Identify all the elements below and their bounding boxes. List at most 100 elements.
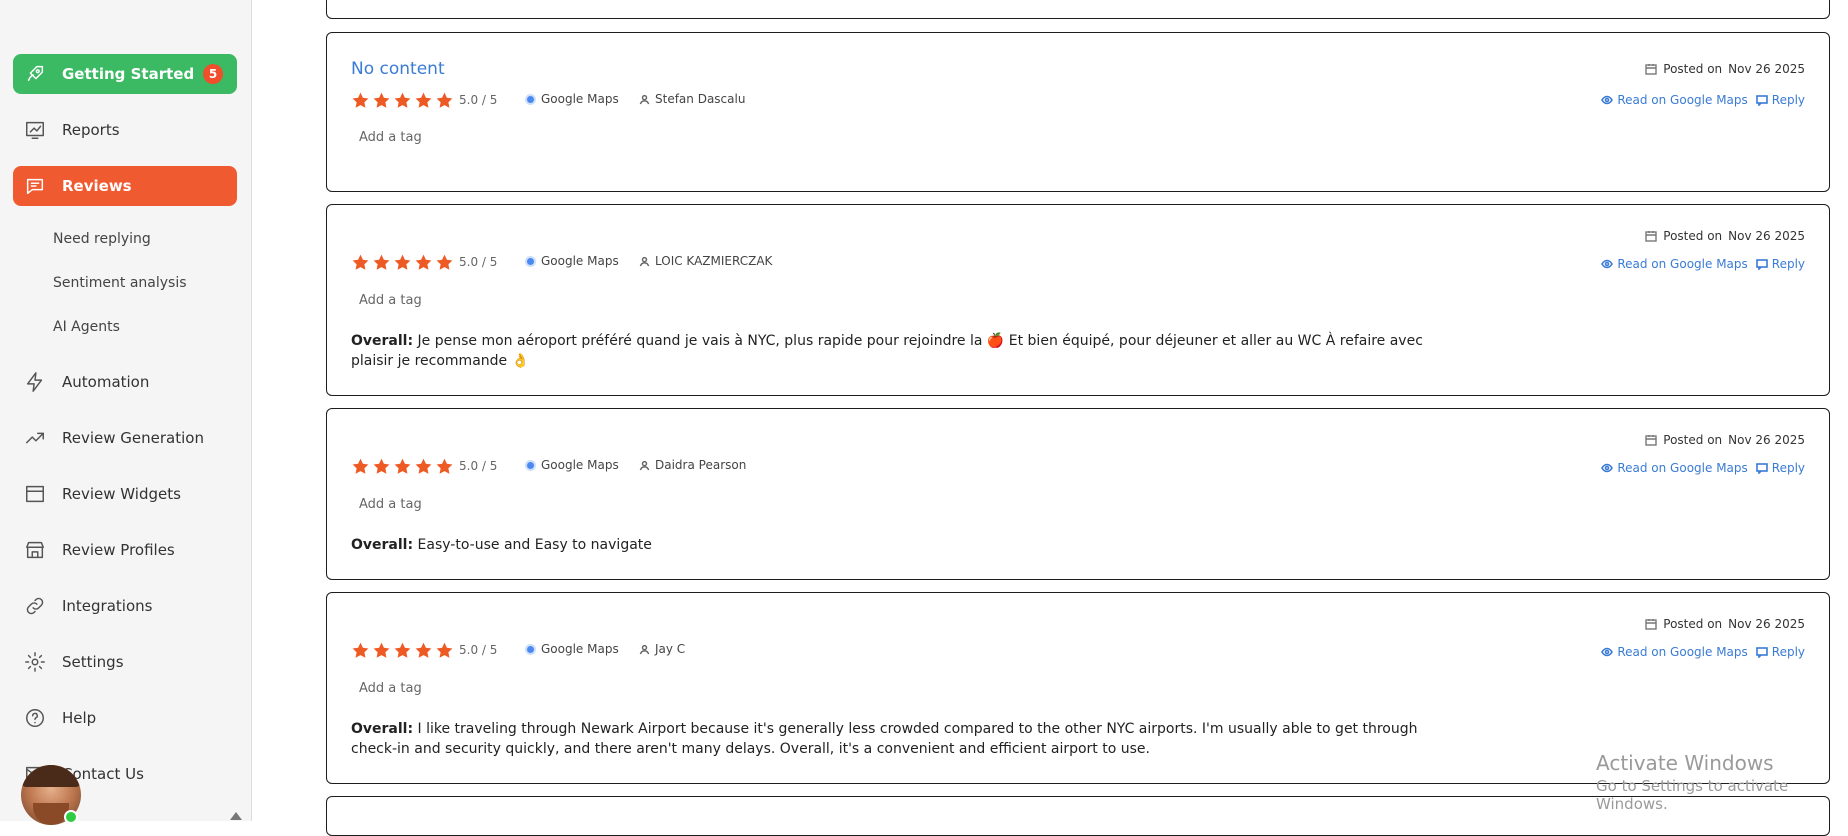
review-actions: Read on Google Maps Reply bbox=[1601, 461, 1805, 475]
add-tag-button[interactable]: Add a tag bbox=[359, 497, 422, 512]
star-icon bbox=[436, 92, 453, 108]
sidebar: Getting Started 5 Reports Reviews Need r… bbox=[0, 0, 252, 825]
review-source: Google Maps bbox=[525, 92, 619, 106]
google-maps-icon bbox=[525, 459, 536, 471]
star-icon bbox=[373, 642, 390, 658]
review-author: Daidra Pearson bbox=[639, 458, 746, 472]
sidebar-item-review-generation[interactable]: Review Generation bbox=[13, 418, 237, 458]
google-maps-icon bbox=[525, 643, 536, 655]
calendar-icon bbox=[1645, 64, 1657, 75]
calendar-icon bbox=[1645, 619, 1657, 630]
sidebar-subitem-need-replying[interactable]: Need replying bbox=[53, 231, 151, 247]
gear-icon bbox=[22, 649, 48, 675]
reply-icon bbox=[1755, 647, 1768, 658]
review-actions: Read on Google Maps Reply bbox=[1601, 645, 1805, 659]
review-author: Jay C bbox=[639, 642, 685, 656]
activate-windows-watermark: Activate Windows Go to Settings to activ… bbox=[1596, 751, 1789, 813]
read-on-google-maps-link[interactable]: Read on Google Maps bbox=[1601, 257, 1748, 271]
review-overall: Overall: Easy-to-use and Easy to navigat… bbox=[351, 537, 652, 553]
sidebar-subitem-ai-agents[interactable]: AI Agents bbox=[53, 319, 120, 335]
add-tag-button[interactable]: Add a tag bbox=[359, 681, 422, 696]
sidebar-item-label: Reviews bbox=[62, 177, 132, 195]
add-tag-button[interactable]: Add a tag bbox=[359, 130, 422, 145]
calendar-icon bbox=[1645, 231, 1657, 242]
chart-icon bbox=[22, 117, 48, 143]
sidebar-item-review-profiles[interactable]: Review Profiles bbox=[13, 530, 237, 570]
star-icon bbox=[352, 254, 369, 270]
posted-date: Posted on Nov 26 2025 bbox=[1645, 62, 1805, 76]
sidebar-item-label: Integrations bbox=[62, 597, 153, 615]
trending-icon bbox=[22, 425, 48, 451]
sidebar-item-label: Settings bbox=[62, 653, 124, 671]
reply-icon bbox=[1755, 95, 1768, 106]
message-icon bbox=[22, 173, 48, 199]
sidebar-item-reports[interactable]: Reports bbox=[13, 110, 237, 150]
user-icon bbox=[639, 460, 650, 470]
star-icon bbox=[436, 642, 453, 658]
rating-value: 5.0 / 5 bbox=[459, 459, 498, 473]
sidebar-item-label: Review Profiles bbox=[62, 541, 175, 559]
review-title-link[interactable]: No content bbox=[351, 59, 445, 79]
sidebar-item-label: Getting Started bbox=[62, 65, 195, 83]
help-icon bbox=[22, 705, 48, 731]
star-icon bbox=[415, 642, 432, 658]
read-on-google-maps-link[interactable]: Read on Google Maps bbox=[1601, 461, 1748, 475]
star-icon bbox=[352, 642, 369, 658]
star-icon bbox=[352, 458, 369, 474]
star-icon bbox=[415, 458, 432, 474]
star-icon bbox=[415, 254, 432, 270]
rating-value: 5.0 / 5 bbox=[459, 643, 498, 657]
sidebar-item-automation[interactable]: Automation bbox=[13, 362, 237, 402]
count-badge: 5 bbox=[203, 64, 223, 84]
review-author: LOIC KAZMIERCZAK bbox=[639, 254, 772, 268]
star-icon bbox=[394, 642, 411, 658]
eye-icon bbox=[1601, 259, 1614, 269]
review-card: 5.0 / 5 Google Maps LOIC KAZMIERCZAK Add… bbox=[326, 204, 1830, 396]
sidebar-item-help[interactable]: Help bbox=[13, 698, 237, 738]
review-author: Stefan Dascalu bbox=[639, 92, 745, 106]
sidebar-item-label: Review Generation bbox=[62, 429, 204, 447]
window-icon bbox=[22, 481, 48, 507]
sidebar-item-review-widgets[interactable]: Review Widgets bbox=[13, 474, 237, 514]
reply-button[interactable]: Reply bbox=[1755, 645, 1805, 659]
star-icon bbox=[352, 92, 369, 108]
review-actions: Read on Google Maps Reply bbox=[1601, 93, 1805, 107]
posted-date: Posted on Nov 26 2025 bbox=[1645, 229, 1805, 243]
review-overall: Overall: Je pense mon aéroport préféré q… bbox=[351, 333, 1423, 369]
review-card-partial bbox=[326, 0, 1830, 19]
star-icon bbox=[394, 92, 411, 108]
star-rating bbox=[351, 457, 454, 476]
rocket-icon bbox=[22, 61, 48, 87]
reply-button[interactable]: Reply bbox=[1755, 461, 1805, 475]
scroll-up-icon[interactable] bbox=[230, 812, 242, 820]
store-icon bbox=[22, 537, 48, 563]
read-on-google-maps-link[interactable]: Read on Google Maps bbox=[1601, 93, 1748, 107]
sidebar-item-label: Reports bbox=[62, 121, 120, 139]
reply-button[interactable]: Reply bbox=[1755, 257, 1805, 271]
review-overall: Overall: I like traveling through Newark… bbox=[351, 721, 1418, 757]
calendar-icon bbox=[1645, 435, 1657, 446]
review-actions: Read on Google Maps Reply bbox=[1601, 257, 1805, 271]
sidebar-subitem-sentiment-analysis[interactable]: Sentiment analysis bbox=[53, 275, 187, 291]
google-maps-icon bbox=[525, 93, 536, 105]
sidebar-item-getting-started[interactable]: Getting Started 5 bbox=[13, 54, 237, 94]
star-icon bbox=[373, 254, 390, 270]
sidebar-item-settings[interactable]: Settings bbox=[13, 642, 237, 682]
sidebar-item-reviews[interactable]: Reviews bbox=[13, 166, 237, 206]
star-icon bbox=[415, 92, 432, 108]
bolt-icon bbox=[22, 369, 48, 395]
rating-value: 5.0 / 5 bbox=[459, 93, 498, 107]
eye-icon bbox=[1601, 95, 1614, 105]
eye-icon bbox=[1601, 463, 1614, 473]
star-icon bbox=[394, 254, 411, 270]
read-on-google-maps-link[interactable]: Read on Google Maps bbox=[1601, 645, 1748, 659]
eye-icon bbox=[1601, 647, 1614, 657]
sidebar-item-label: Automation bbox=[62, 373, 150, 391]
sidebar-item-integrations[interactable]: Integrations bbox=[13, 586, 237, 626]
reply-icon bbox=[1755, 463, 1768, 474]
review-source: Google Maps bbox=[525, 458, 619, 472]
star-icon bbox=[373, 92, 390, 108]
reply-button[interactable]: Reply bbox=[1755, 93, 1805, 107]
sidebar-item-label: Review Widgets bbox=[62, 485, 181, 503]
add-tag-button[interactable]: Add a tag bbox=[359, 293, 422, 308]
